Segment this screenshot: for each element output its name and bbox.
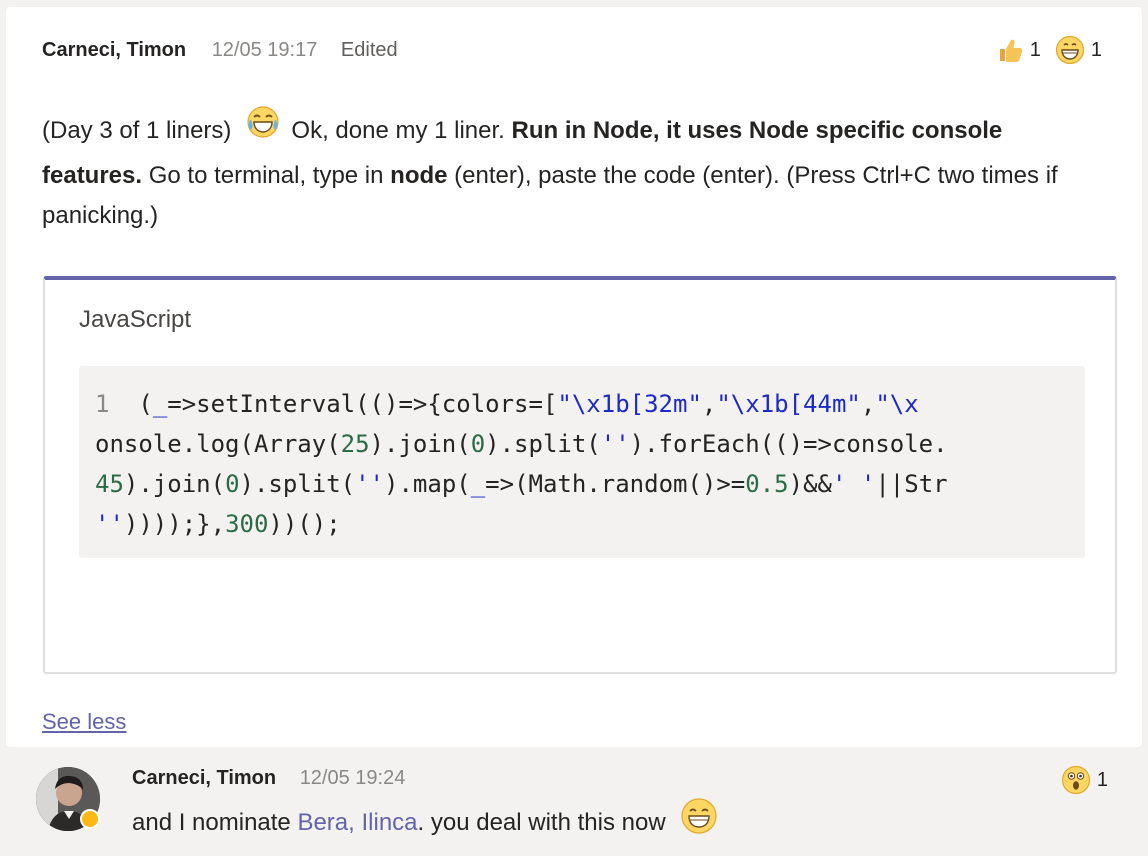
reply-body: and I nominate Bera, Ilinca. you deal wi… [132,797,718,848]
code-token: ).map( [384,470,471,498]
code-token: 25 [340,430,370,458]
code-line: 1 (_=>setInterval(()=>{colors=["\x1b[32m… [95,390,919,418]
code-content: 1 (_=>setInterval(()=>{colors=["\x1b[32m… [95,384,948,544]
code-token: "\x [875,390,919,418]
body-text-part: Go to terminal, type in [142,162,391,189]
reply-header: Carneci, Timon 12/05 19:24 [132,767,405,790]
code-token: ).join( [123,470,226,498]
author-name[interactable]: Carneci, Timon [132,767,276,789]
code-line: ''))));},300))(); [95,510,341,538]
code-token: ))(); [268,510,341,538]
message-header: Carneci, Timon 12/05 19:17 Edited [42,39,398,62]
body-text-bold: node [390,162,448,189]
code-token: "\x1b[32m" [557,390,702,418]
code-token: , [860,390,876,418]
code-token: '' [355,470,385,498]
reaction-surprised[interactable]: 1 [1061,765,1108,795]
code-token: =>(Math.random()>= [485,470,746,498]
reaction-count: 1 [1096,768,1108,791]
code-token: 0 [225,470,240,498]
reaction-count: 1 [1090,38,1102,61]
code-token: _ [152,390,168,418]
code-token: onsole.log(Array( [95,430,341,458]
reply-message: Carneci, Timon 12/05 19:24 and I nominat… [0,747,1148,856]
code-token: 0 [470,430,486,458]
code-line: 45).join(0).split('').map(_=>(Math.rando… [95,470,948,498]
code-token: '' [600,430,630,458]
reaction-like[interactable]: 1 [996,36,1041,64]
code-token: _ [470,470,486,498]
code-block[interactable]: 1 (_=>setInterval(()=>{colors=["\x1b[32m… [79,366,1085,558]
body-text-intro: (Day 3 of 1 liners) [42,116,232,144]
reactions-bar: 1 1 [982,35,1102,65]
code-token: 300 [225,510,269,538]
code-language-label: JavaScript [79,306,192,333]
timestamp: 12/05 19:17 [211,39,318,61]
code-line: onsole.log(Array(25).join(0).split('').f… [95,430,948,458]
code-token: '' [95,510,124,538]
code-token: ))));}, [123,510,226,538]
astonished-face-icon [1061,765,1090,795]
mention-link[interactable]: Bera, Ilinca [297,809,417,836]
code-token: ).split( [239,470,356,498]
code-token: )&& [788,470,832,498]
grinning-face-icon [1055,35,1084,65]
timestamp: 12/05 19:24 [299,767,406,789]
code-token: 45 [95,470,124,498]
see-less-link[interactable]: See less [42,709,126,735]
thumbs-up-icon [999,39,1022,62]
code-token: ).split( [485,430,601,458]
reaction-laugh[interactable]: 1 [1055,35,1102,65]
body-text-part: Ok, done my 1 liner. [291,116,512,144]
code-token: 0.5 [745,470,789,498]
edited-label: Edited [340,39,398,61]
code-token: ||Str [875,470,948,498]
message-body: (Day 3 of 1 liners) Ok, done my 1 liner.… [42,104,1102,236]
code-token: =>setInterval(()=>{colors=[ [167,390,558,418]
code-token: ( [138,390,153,418]
reply-text-part: . you deal with this now [417,808,666,836]
code-token: ).forEach(()=>console. [629,430,948,458]
author-name[interactable]: Carneci, Timon [42,39,186,61]
code-token: , [701,390,717,418]
reply-text-part: and I nominate [132,808,298,836]
tears-of-joy-icon [245,104,281,153]
grinning-face-icon [680,797,718,846]
message-card: Carneci, Timon 12/05 19:17 Edited 1 1 (D… [6,7,1142,747]
code-token: ).join( [369,430,471,458]
reaction-count: 1 [1029,38,1041,61]
code-snippet: JavaScript 1 (_=>setInterval(()=>{colors… [43,276,1117,674]
line-number: 1 [95,390,110,418]
code-token: ' ' [831,470,876,498]
presence-away-icon [80,809,100,829]
code-token: "\x1b[44m" [716,390,861,418]
